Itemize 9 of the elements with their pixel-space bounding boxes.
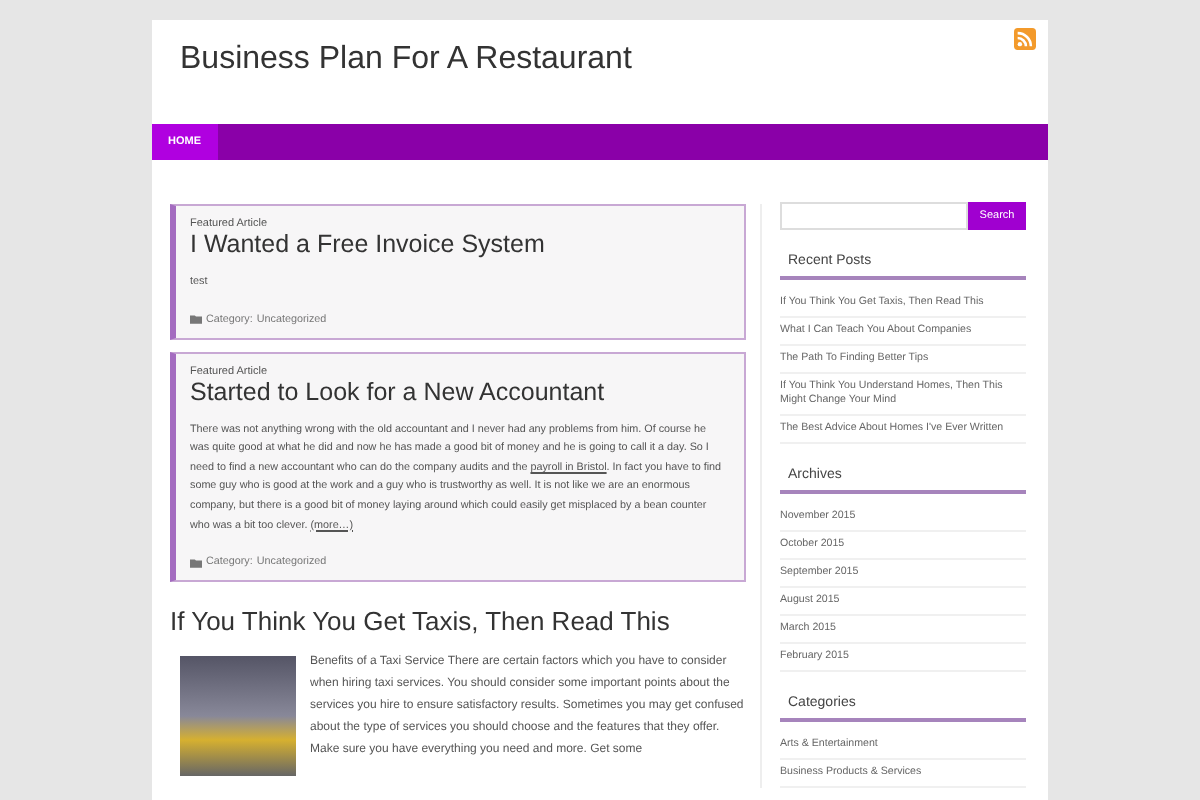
folder-icon	[190, 314, 202, 325]
article-title[interactable]: I Wanted a Free Invoice System	[190, 230, 728, 258]
folder-icon	[190, 557, 202, 568]
search-field[interactable]	[780, 202, 968, 230]
article-title[interactable]: Started to Look for a New Accountant	[190, 377, 728, 406]
photo-placeholder	[180, 656, 296, 777]
site-title[interactable]: Business Plan For A Restaurant	[180, 42, 632, 78]
rss-icon[interactable]	[1014, 28, 1036, 50]
article-title[interactable]: If You Think You Get Taxis, Then Read This	[170, 606, 746, 637]
